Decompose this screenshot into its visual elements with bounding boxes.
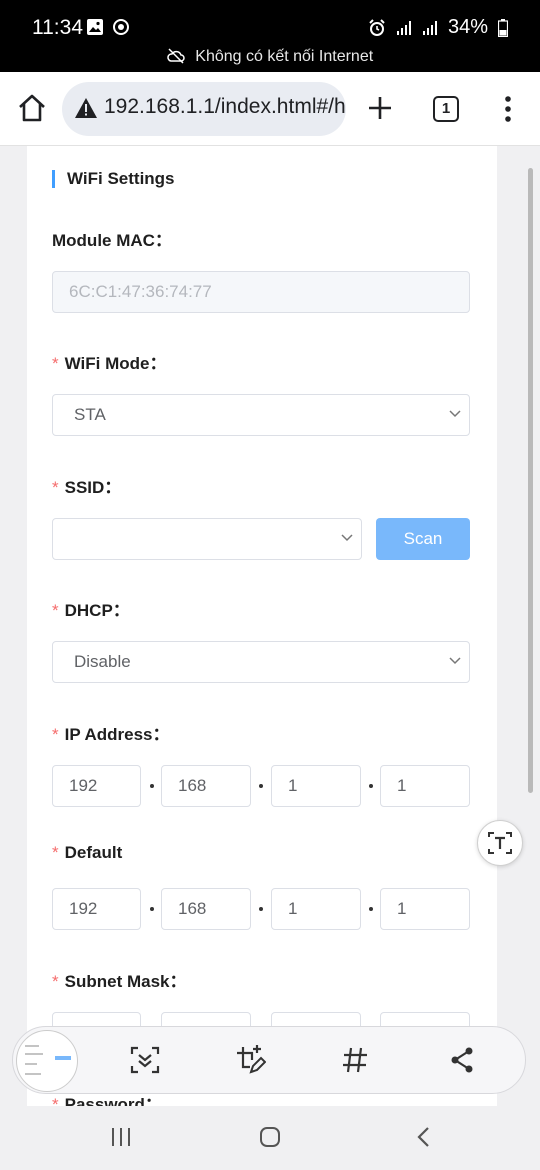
warning-icon[interactable] [74,97,98,119]
dhcp-value: Disable [74,652,131,671]
chevron-down-icon [449,657,461,665]
crop-edit-button[interactable] [233,1043,267,1077]
scroll-capture-button[interactable] [128,1043,162,1077]
ssid-label-text: SSID： [64,478,122,497]
module-mac-field: 6C:C1:47:36:74:77 [52,271,470,313]
ssid-select[interactable] [52,518,362,560]
dhcp-label-text: DHCP： [64,601,130,620]
scan-button[interactable]: Scan [376,518,470,560]
gateway-octet-2-value: 168 [178,899,207,918]
ip-separator [369,784,373,788]
crop-edit-icon [237,1045,266,1074]
module-mac-label: Module MAC： [52,231,172,250]
gateway-octet-1-value: 192 [69,899,98,918]
ip-address-label: * IP Address： [52,720,170,745]
ip-octet-2[interactable]: 168 [161,765,251,807]
default-gateway-label-text: Default [64,843,123,862]
sync-icon [113,19,129,35]
ip-octet-1[interactable]: 192 [52,765,141,807]
gateway-octet-3-value: 1 [288,899,298,918]
share-icon [451,1047,473,1073]
page-scrollbar[interactable] [528,168,533,793]
recent-apps-icon[interactable] [110,1126,132,1148]
gateway-octet-1[interactable]: 192 [52,888,141,930]
chevron-down-icon [449,410,461,418]
browser-toolbar: 192.168.1.1/index.html#/h 1 [0,72,540,146]
address-bar[interactable]: 192.168.1.1/index.html#/h [62,82,346,136]
cloud-off-icon [167,48,185,64]
status-time: 11:34 [32,16,83,39]
battery-icon [498,18,508,37]
wifi-mode-label: * WiFi Mode： [52,349,166,374]
no-connection-banner: Không có kết nối Internet [0,48,540,66]
gateway-separator [259,907,263,911]
screenshot-thumbnail[interactable] [16,1030,78,1092]
share-button[interactable] [445,1043,479,1077]
signal-icon [396,20,411,35]
gateway-octet-2[interactable]: 168 [161,888,251,930]
ip-address-label-text: IP Address： [64,725,170,744]
required-mark: * [52,972,59,991]
url-text[interactable]: 192.168.1.1/index.html#/h [104,95,346,119]
scroll-capture-icon [130,1046,160,1074]
status-left-icons [86,18,130,36]
required-mark: * [52,478,59,497]
hashtag-icon [343,1047,367,1073]
required-mark: * [52,1095,59,1106]
more-vert-icon[interactable] [502,94,514,124]
ip-octet-4-value: 1 [397,776,407,795]
ip-octet-3-value: 1 [288,776,298,795]
password-label-text: Password： [64,1095,162,1106]
settings-card: WiFi Settings Module MAC： 6C:C1:47:36:74… [27,146,497,1106]
plus-icon[interactable] [366,94,394,122]
required-mark: * [52,725,59,744]
text-extract-button[interactable] [477,820,523,866]
signal-icon-2 [422,20,437,35]
wifi-mode-label-text: WiFi Mode： [64,354,167,373]
home-nav-icon[interactable] [259,1126,281,1148]
required-mark: * [52,601,59,620]
section-title: WiFi Settings [52,170,175,188]
ip-separator [259,784,263,788]
system-nav-bar [0,1106,540,1170]
ssid-label: * SSID： [52,473,121,498]
dhcp-label: * DHCP： [52,596,130,621]
gateway-octet-4[interactable]: 1 [380,888,470,930]
tab-switcher-button[interactable]: 1 [433,96,459,122]
default-gateway-label: * Default [52,843,122,863]
text-extract-icon [488,832,512,854]
required-mark: * [52,843,59,862]
back-icon[interactable] [413,1126,435,1148]
hashtag-button[interactable] [338,1043,372,1077]
home-icon[interactable] [16,92,48,124]
gateway-separator [150,907,154,911]
no-connection-text: Không có kết nối Internet [195,48,374,65]
status-right-icons: 34% [368,16,508,39]
module-mac-value: 6C:C1:47:36:74:77 [69,282,212,301]
gateway-octet-4-value: 1 [397,899,407,918]
ip-octet-3[interactable]: 1 [271,765,361,807]
ip-octet-4[interactable]: 1 [380,765,470,807]
status-bar: 11:34 34% Không có kết nối Internet [0,0,540,72]
alarm-icon [369,18,385,36]
subnet-mask-label-text: Subnet Mask： [64,972,187,991]
wifi-mode-select[interactable]: STA [52,394,470,436]
required-mark: * [52,354,59,373]
web-page: WiFi Settings Module MAC： 6C:C1:47:36:74… [0,146,540,1106]
ip-octet-1-value: 192 [69,776,98,795]
chevron-down-icon [341,534,353,542]
gallery-icon [87,19,103,35]
ip-separator [150,784,154,788]
wifi-mode-value: STA [74,405,106,424]
battery-percent: 34% [447,16,488,38]
ip-octet-2-value: 168 [178,776,207,795]
subnet-mask-label: * Subnet Mask： [52,967,186,992]
gateway-octet-3[interactable]: 1 [271,888,361,930]
gateway-separator [369,907,373,911]
dhcp-select[interactable]: Disable [52,641,470,683]
screenshot-toolbar [12,1026,526,1094]
